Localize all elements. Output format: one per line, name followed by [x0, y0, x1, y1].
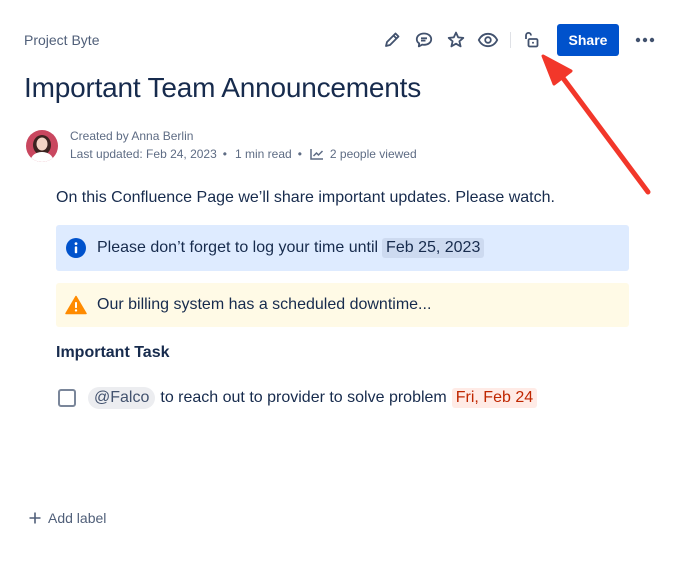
info-panel-text: Please don’t forget to log your time unt… [97, 239, 379, 256]
watch-icon[interactable] [472, 24, 504, 56]
info-icon [65, 237, 87, 259]
page-views-link[interactable]: 2 people viewed [310, 145, 417, 163]
star-icon[interactable] [440, 24, 472, 56]
analytics-icon [310, 149, 323, 160]
add-label-text: Add label [48, 510, 107, 526]
task-checkbox[interactable] [58, 389, 76, 407]
separator-dot: • [297, 147, 302, 161]
more-icon[interactable] [630, 24, 660, 56]
read-time: 1 min read [235, 147, 292, 161]
byline: Created by Anna Berlin Last updated: Feb… [70, 127, 417, 163]
comment-icon[interactable] [408, 24, 440, 56]
user-mention[interactable]: @Falco [88, 387, 156, 409]
task-heading: Important Task [56, 344, 170, 361]
edit-icon[interactable] [376, 24, 408, 56]
restrictions-icon[interactable] [515, 24, 547, 56]
views-count: 2 people viewed [329, 147, 417, 161]
avatar[interactable] [26, 130, 58, 162]
space-name[interactable]: Project Byte [24, 32, 99, 48]
share-button[interactable]: Share [557, 24, 619, 56]
toolbar-divider [510, 32, 511, 48]
task-item: @Falco to reach out to provider to solve… [58, 387, 538, 409]
page-toolbar [376, 24, 547, 56]
date-chip[interactable]: Feb 25, 2023 [382, 238, 485, 258]
intro-paragraph: On this Confluence Page we’ll share impo… [56, 189, 555, 206]
info-panel: Please don’t forget to log your time unt… [56, 225, 629, 271]
created-by: Created by Anna Berlin [70, 129, 194, 143]
note-panel: Our billing system has a scheduled downt… [56, 283, 629, 327]
add-label-button[interactable]: Add label [28, 510, 106, 526]
warning-icon [65, 295, 87, 315]
task-text: to reach out to provider to solve proble… [160, 389, 447, 406]
page-title: Important Team Announcements [24, 72, 422, 103]
plus-icon [29, 512, 41, 524]
note-panel-text: Our billing system has a scheduled downt… [97, 296, 432, 313]
due-date-chip[interactable]: Fri, Feb 24 [451, 388, 538, 408]
last-updated: Last updated: Feb 24, 2023 [70, 147, 217, 161]
separator-dot: • [222, 147, 227, 161]
